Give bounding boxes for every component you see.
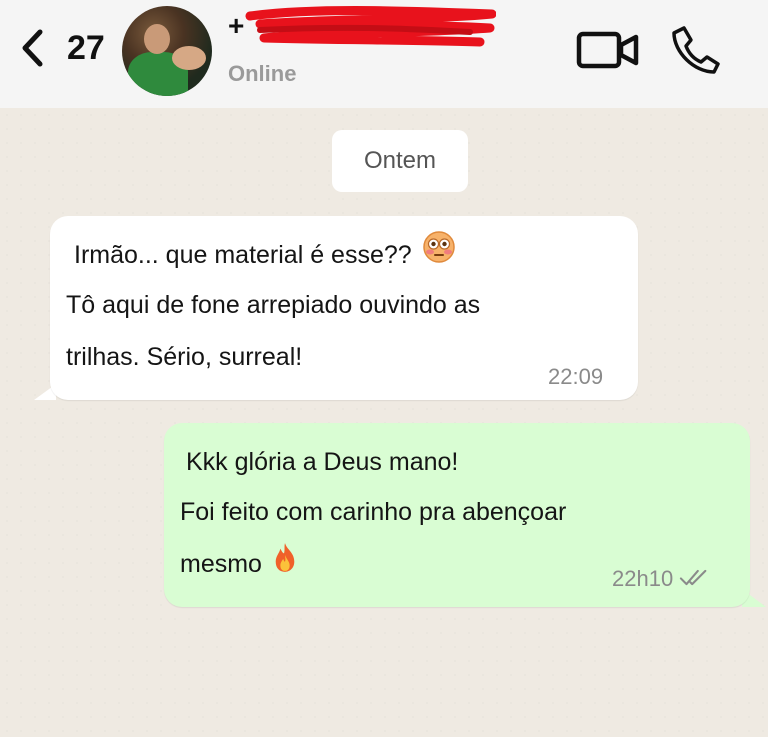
presence-status: Online [228,61,297,86]
back-button[interactable] [16,24,50,72]
message-line: trilhas. Sério, surreal! [66,343,303,371]
chat-header: 27 + Online [0,0,768,108]
message-time: 22h10 [612,565,711,594]
video-camera-icon [576,31,639,69]
avatar[interactable] [122,6,212,96]
date-separator: Ontem [332,130,468,192]
chevron-left-icon [22,29,43,67]
incoming-message[interactable]: Irmão... que material é esse?? Tô aqui d… [50,216,638,400]
redaction-scribble [245,6,496,47]
message-line: mesmo [180,539,298,591]
unread-count[interactable]: 27 [67,28,105,68]
flushed-face-icon [422,230,456,282]
phone-icon [672,26,720,74]
message-line: Foi feito com carinho pra abençoar [180,498,567,526]
fire-icon [272,540,298,591]
message-line: Kkk glória a Deus mano! [186,448,459,476]
voice-call-button[interactable] [670,24,722,76]
message-line: Irmão... que material é esse?? [74,230,456,282]
video-call-button[interactable] [576,30,640,70]
double-check-icon [679,566,711,594]
message-time: 22:09 [548,364,604,389]
outgoing-message[interactable]: Kkk glória a Deus mano! Foi feito com ca… [164,423,750,607]
message-line: Tô aqui de fone arrepiado ouvindo as [66,291,481,319]
